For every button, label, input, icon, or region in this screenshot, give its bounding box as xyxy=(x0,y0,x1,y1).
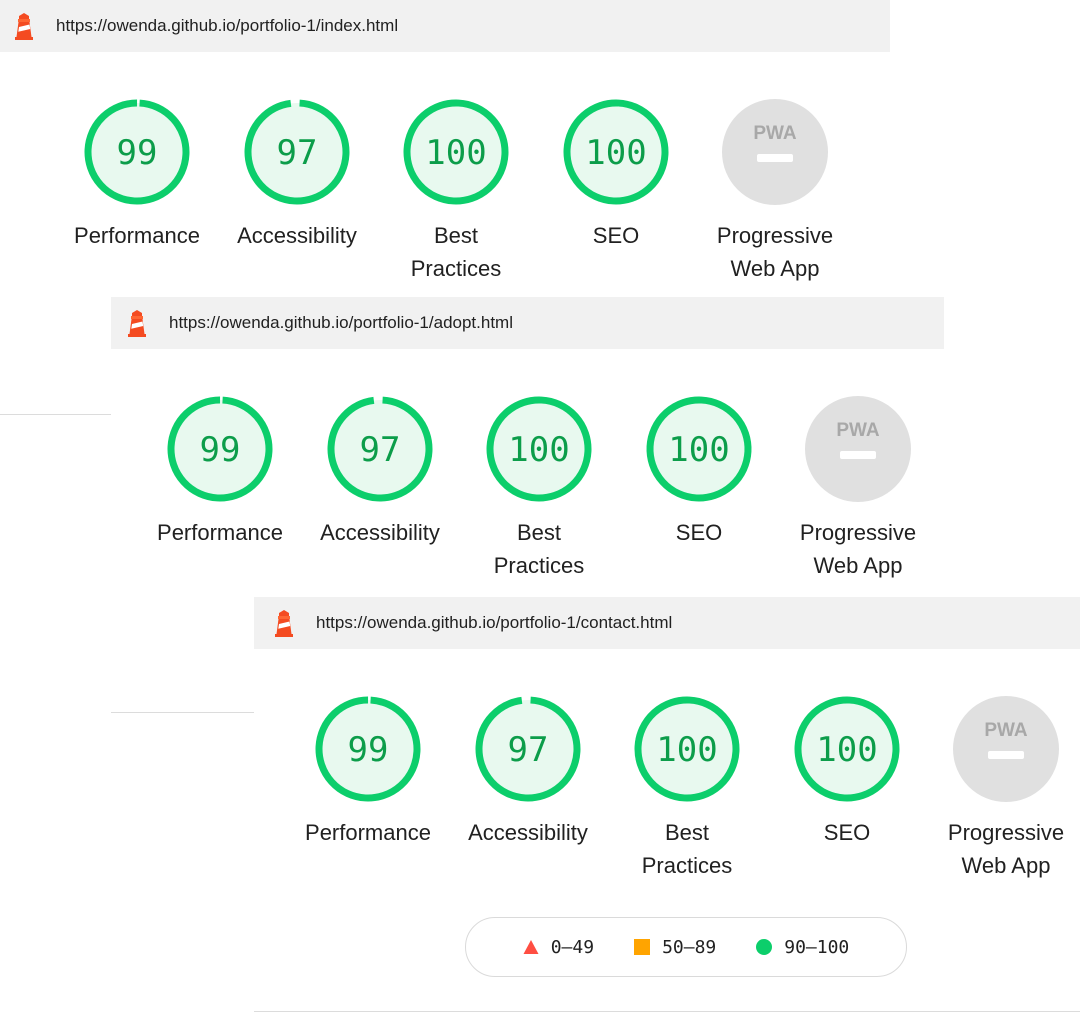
gauge-label: Best Practices xyxy=(641,820,733,878)
gauge-accessibility[interactable]: 97 Accessibility xyxy=(227,99,367,252)
report-divider xyxy=(0,414,111,415)
score-legend: 0–49 50–89 90–100 xyxy=(465,917,907,977)
score-ring: 99 xyxy=(84,99,190,205)
gauge-pwa[interactable]: PWA Progressive Web App xyxy=(788,396,928,582)
lighthouse-icon xyxy=(128,310,146,337)
gauge-pwa[interactable]: PWA Progressive Web App xyxy=(705,99,845,285)
legend-fail-range: 0–49 xyxy=(550,936,595,958)
gauge-accessibility[interactable]: 97 Accessibility xyxy=(310,396,450,549)
report-index: https://owenda.github.io/portfolio-1/ind… xyxy=(0,0,890,292)
score-ring: 100 xyxy=(794,696,900,802)
report-url[interactable]: https://owenda.github.io/portfolio-1/con… xyxy=(316,613,672,633)
gauge-best-practices[interactable]: 100 Best Practices xyxy=(469,396,609,582)
pwa-dash xyxy=(840,451,876,459)
legend-fail: 0–49 xyxy=(523,937,594,958)
gauge-label: Progressive Web App xyxy=(716,223,834,281)
gauge-label: Performance xyxy=(157,520,283,545)
gauge-label: Accessibility xyxy=(237,223,357,248)
triangle-icon xyxy=(523,940,539,954)
score-value: 97 xyxy=(508,730,549,770)
pwa-badge-icon: PWA xyxy=(722,99,828,205)
score-ring: 97 xyxy=(327,396,433,502)
gauge-label: Best Practices xyxy=(410,223,502,281)
score-ring: 100 xyxy=(563,99,669,205)
gauge-performance[interactable]: 99 Performance xyxy=(150,396,290,549)
gauge-performance[interactable]: 99 Performance xyxy=(298,696,438,849)
gauge-seo[interactable]: 100 SEO xyxy=(546,99,686,252)
report-adopt: https://owenda.github.io/portfolio-1/ado… xyxy=(111,297,944,589)
gauge-label: SEO xyxy=(823,820,871,845)
gauge-best-practices[interactable]: 100 Best Practices xyxy=(617,696,757,882)
gauge-label: Progressive Web App xyxy=(799,520,917,578)
score-value: 99 xyxy=(117,133,158,173)
report-contact: https://owenda.github.io/portfolio-1/con… xyxy=(254,597,1080,889)
score-ring: 97 xyxy=(475,696,581,802)
legend-average: 50–89 xyxy=(634,937,716,958)
report-url-bar: https://owenda.github.io/portfolio-1/con… xyxy=(254,597,1080,649)
score-value: 100 xyxy=(668,430,729,470)
score-ring: 100 xyxy=(403,99,509,205)
gauge-accessibility[interactable]: 97 Accessibility xyxy=(458,696,598,849)
score-ring: 100 xyxy=(486,396,592,502)
square-icon xyxy=(634,939,651,955)
score-value: 99 xyxy=(200,430,241,470)
lighthouse-icon xyxy=(15,13,33,40)
pwa-dash xyxy=(757,154,793,162)
score-value: 100 xyxy=(585,133,646,173)
legend-pass-range: 90–100 xyxy=(784,936,850,958)
legend-average-range: 50–89 xyxy=(662,936,717,958)
score-ring: 99 xyxy=(315,696,421,802)
report-url[interactable]: https://owenda.github.io/portfolio-1/ind… xyxy=(56,16,398,36)
gauge-label: Performance xyxy=(305,820,431,845)
score-value: 100 xyxy=(508,430,569,470)
gauge-pwa[interactable]: PWA Progressive Web App xyxy=(936,696,1076,882)
pwa-dash xyxy=(988,751,1024,759)
score-value: 97 xyxy=(277,133,318,173)
score-value: 100 xyxy=(425,133,486,173)
score-ring: 97 xyxy=(244,99,350,205)
gauge-label: Performance xyxy=(74,223,200,248)
score-ring: 100 xyxy=(646,396,752,502)
score-gauges: 99 Performance 97 Accessibility 100 Best… xyxy=(254,649,1080,889)
score-value: 100 xyxy=(816,730,877,770)
gauge-seo[interactable]: 100 SEO xyxy=(629,396,769,549)
report-url-bar: https://owenda.github.io/portfolio-1/ind… xyxy=(0,0,890,52)
pwa-badge-text: PWA xyxy=(984,720,1028,741)
score-value: 100 xyxy=(656,730,717,770)
pwa-badge-icon: PWA xyxy=(805,396,911,502)
legend-pass: 90–100 xyxy=(756,937,849,958)
score-gauges: 99 Performance 97 Accessibility 100 Best… xyxy=(111,349,944,589)
score-value: 97 xyxy=(360,430,401,470)
report-divider xyxy=(111,712,254,713)
score-value: 99 xyxy=(348,730,389,770)
pwa-badge-text: PWA xyxy=(836,420,880,441)
gauge-label: Progressive Web App xyxy=(947,820,1065,878)
gauge-label: SEO xyxy=(675,520,723,545)
score-gauges: 99 Performance 97 Accessibility 100 Best… xyxy=(0,52,890,292)
pwa-badge-icon: PWA xyxy=(953,696,1059,802)
gauge-seo[interactable]: 100 SEO xyxy=(777,696,917,849)
bottom-divider xyxy=(254,1011,1080,1012)
lighthouse-icon xyxy=(275,610,293,637)
gauge-performance[interactable]: 99 Performance xyxy=(67,99,207,252)
pwa-badge-text: PWA xyxy=(753,123,797,144)
gauge-label: Best Practices xyxy=(493,520,585,578)
report-url[interactable]: https://owenda.github.io/portfolio-1/ado… xyxy=(169,313,513,333)
gauge-label: Accessibility xyxy=(468,820,588,845)
score-ring: 100 xyxy=(634,696,740,802)
gauge-label: SEO xyxy=(592,223,640,248)
gauge-label: Accessibility xyxy=(320,520,440,545)
gauge-best-practices[interactable]: 100 Best Practices xyxy=(386,99,526,285)
report-url-bar: https://owenda.github.io/portfolio-1/ado… xyxy=(111,297,944,349)
score-ring: 99 xyxy=(167,396,273,502)
circle-icon xyxy=(756,939,773,955)
